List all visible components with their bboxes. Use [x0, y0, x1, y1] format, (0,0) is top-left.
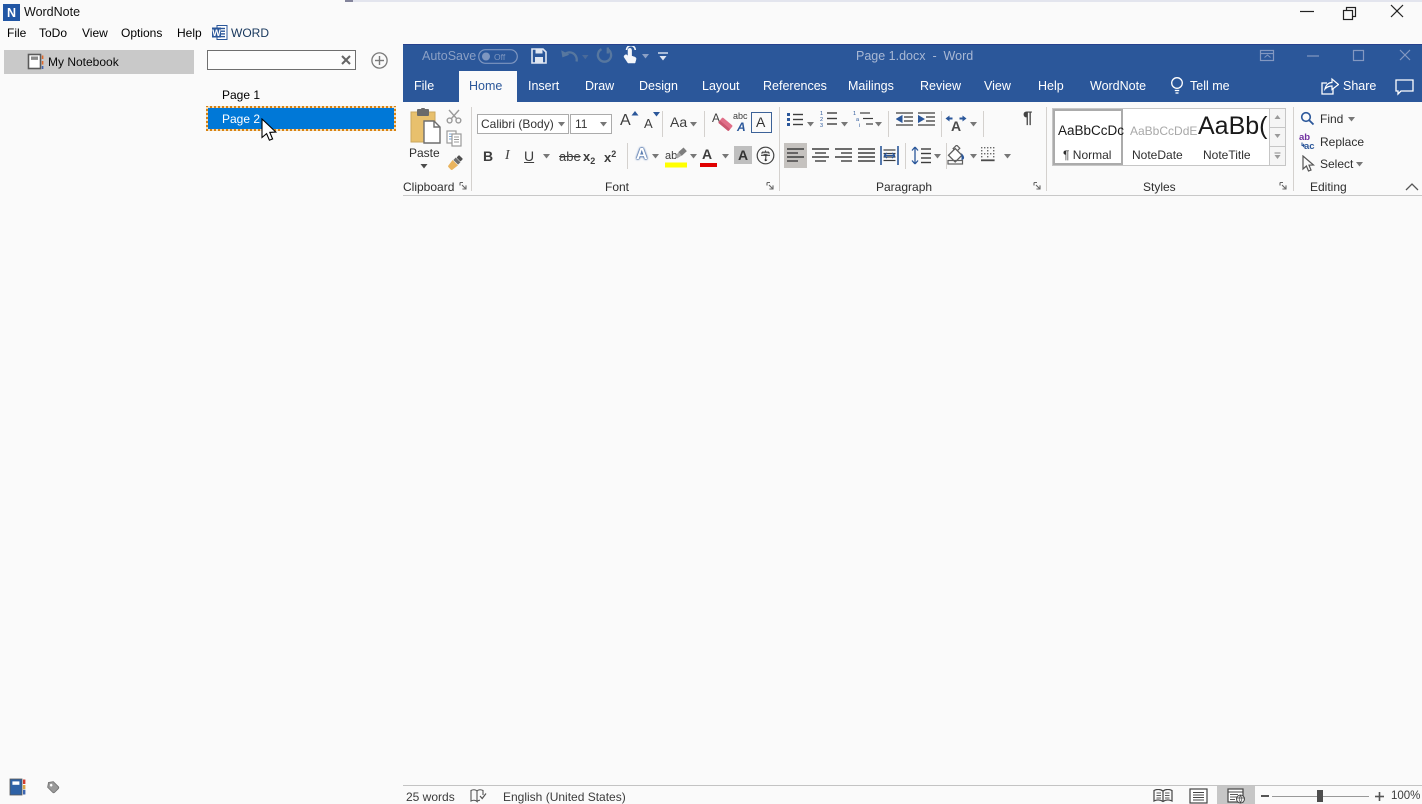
svg-text:ab: ab: [665, 150, 677, 162]
svg-text:3: 3: [820, 123, 823, 127]
svg-text:i: i: [859, 123, 860, 127]
svg-text:Off: Off: [494, 52, 506, 62]
svg-text:ac: ac: [1304, 141, 1315, 150]
svg-text:W: W: [212, 28, 221, 38]
svg-text:A: A: [736, 120, 746, 132]
svg-text:A: A: [951, 118, 961, 132]
